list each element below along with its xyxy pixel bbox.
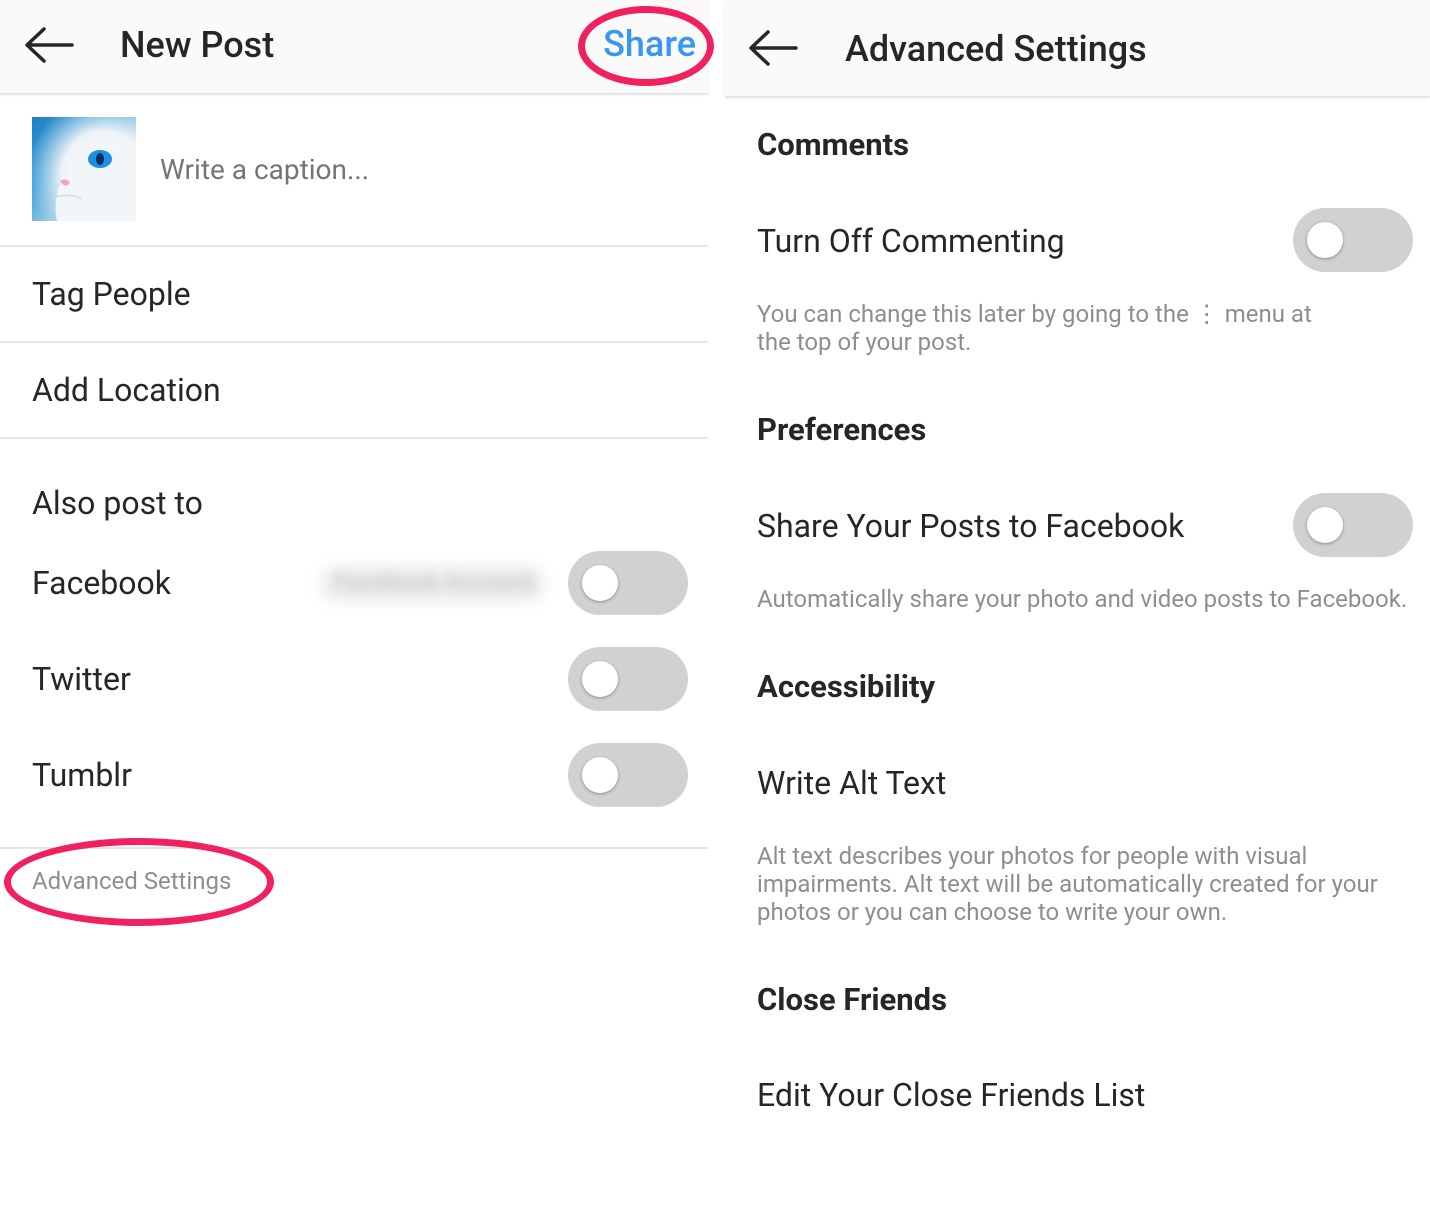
add-location-item[interactable]: Add Location <box>32 371 221 409</box>
description-line: Alt text describes your photos for peopl… <box>757 842 1308 870</box>
facebook-toggle[interactable] <box>568 551 688 615</box>
twitter-label: Twitter <box>32 660 131 698</box>
preferences-section-title: Preferences <box>757 411 927 448</box>
divider <box>0 847 708 849</box>
post-thumbnail[interactable] <box>32 117 136 221</box>
comments-section-title: Comments <box>757 126 910 163</box>
turn-off-commenting-toggle[interactable] <box>1293 208 1413 272</box>
new-post-header: New Post Share <box>0 0 708 93</box>
divider <box>0 245 708 247</box>
advanced-settings-header: Advanced Settings <box>725 0 1430 96</box>
back-arrow-icon[interactable] <box>22 25 74 65</box>
page-title: Advanced Settings <box>845 28 1147 70</box>
description-line: You can change this later by going to th… <box>757 300 1312 328</box>
page-title: New Post <box>120 24 275 66</box>
share-to-facebook-toggle[interactable] <box>1293 493 1413 557</box>
facebook-label: Facebook <box>32 564 171 602</box>
accessibility-section-title: Accessibility <box>757 668 936 705</box>
divider <box>0 341 708 343</box>
advanced-settings-link[interactable]: Advanced Settings <box>32 867 231 895</box>
caption-input[interactable] <box>160 153 660 186</box>
share-to-facebook-label: Share Your Posts to Facebook <box>757 507 1185 545</box>
toggle-knob <box>582 565 618 601</box>
divider <box>0 437 708 439</box>
alt-text-description: Alt text describes your photos for peopl… <box>757 842 1378 926</box>
advanced-settings-screen: Advanced Settings Comments Turn Off Comm… <box>725 0 1430 1232</box>
new-post-screen: New Post Share Tag <box>0 0 708 1232</box>
close-friends-section-title: Close Friends <box>757 981 948 1018</box>
edit-close-friends-item[interactable]: Edit Your Close Friends List <box>757 1076 1145 1114</box>
share-button[interactable]: Share <box>603 23 696 65</box>
tag-people-item[interactable]: Tag People <box>32 275 191 313</box>
toggle-knob <box>1307 507 1343 543</box>
tumblr-label: Tumblr <box>32 756 132 794</box>
description-line: photos or you can choose to write your o… <box>757 898 1228 926</box>
tumblr-toggle[interactable] <box>568 743 688 807</box>
toggle-knob <box>582 757 618 793</box>
caption-row <box>0 95 708 245</box>
description-line: impairments. Alt text will be automatica… <box>757 870 1378 898</box>
description-line: the top of your post. <box>757 328 972 356</box>
twitter-toggle[interactable] <box>568 647 688 711</box>
share-to-facebook-description: Automatically share your photo and video… <box>757 585 1407 613</box>
also-post-to-heading: Also post to <box>32 484 203 522</box>
toggle-knob <box>582 661 618 697</box>
description-line: Automatically share your photo and video… <box>757 585 1408 613</box>
toggle-knob <box>1307 222 1343 258</box>
facebook-account-name: Facebook Account <box>335 568 534 596</box>
commenting-description: You can change this later by going to th… <box>757 300 1312 356</box>
turn-off-commenting-label: Turn Off Commenting <box>757 222 1065 260</box>
write-alt-text-item[interactable]: Write Alt Text <box>757 764 946 802</box>
back-arrow-icon[interactable] <box>746 28 798 68</box>
